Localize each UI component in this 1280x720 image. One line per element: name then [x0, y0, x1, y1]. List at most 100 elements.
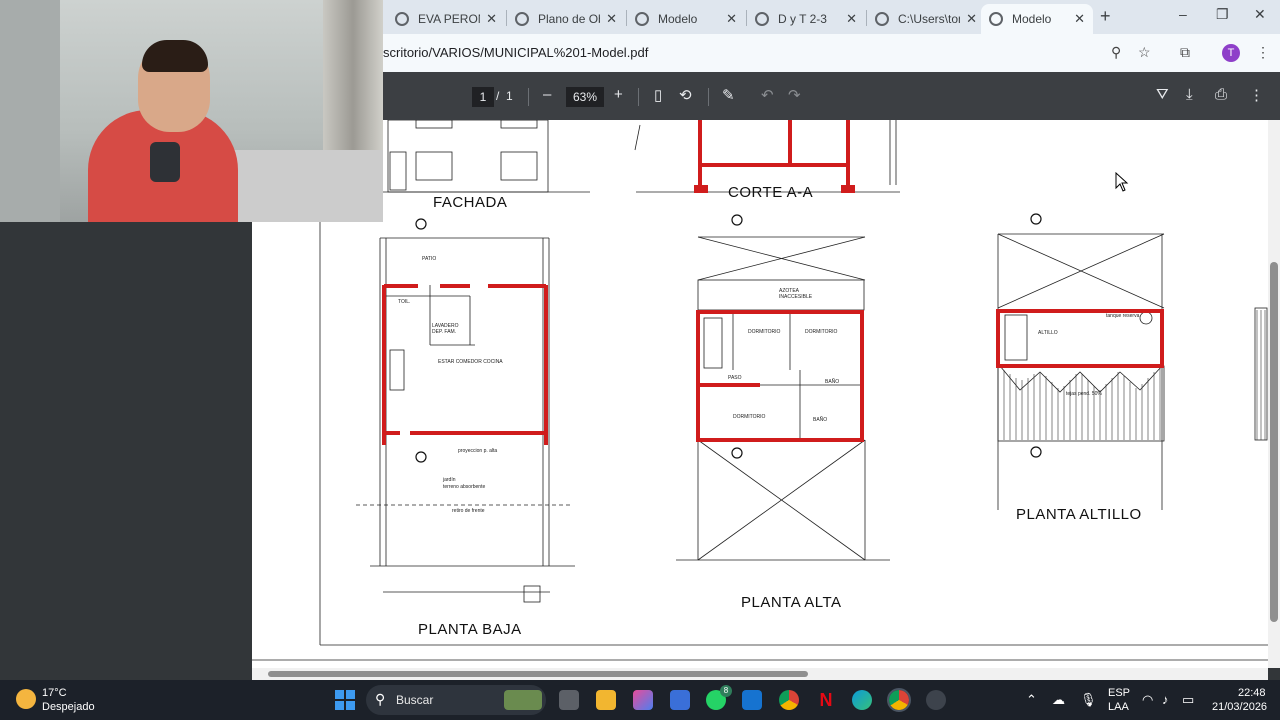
clock-time[interactable]: 22:48 — [1238, 687, 1266, 699]
label-terreno: terreno absorbente — [443, 484, 485, 490]
search-label: Buscar — [396, 693, 434, 707]
label-planta-alta: PLANTA ALTA — [741, 594, 842, 611]
zoom-in-button[interactable]: + — [614, 86, 623, 103]
rotate-icon[interactable]: ⟲ — [679, 86, 692, 104]
label-dep-fam: DEP. FAM. — [432, 329, 456, 335]
browser-tabstrip: EVA PERON 3 ✕ Plano de Obr ✕ Modelo ✕ D … — [383, 0, 1280, 34]
chrome-icon[interactable] — [779, 690, 799, 710]
scroll-thumb[interactable] — [268, 671, 808, 677]
webcam-person-hair — [142, 40, 208, 72]
file-explorer-icon[interactable] — [596, 690, 616, 710]
copilot-icon[interactable] — [633, 690, 653, 710]
page-separator: / — [496, 89, 500, 103]
close-tab-icon[interactable]: ✕ — [486, 11, 497, 27]
label-altillo: ALTILLO — [1038, 330, 1058, 336]
language-indicator[interactable]: ESP — [1108, 687, 1130, 699]
toolbar-divider — [708, 88, 709, 106]
tab-users-path[interactable]: C:\Users\tom ✕ — [867, 4, 985, 34]
weather-description[interactable]: Despejado — [42, 701, 95, 713]
label-patio: PATIO — [422, 256, 436, 262]
new-tab-button[interactable]: + — [1100, 6, 1111, 27]
weather-moon-icon[interactable] — [16, 689, 36, 709]
label-corte-a-a: CORTE A-A — [728, 184, 814, 201]
roof-ridge — [999, 365, 1163, 393]
weather-temperature[interactable]: 17°C — [42, 687, 67, 699]
label-planta-baja: PLANTA BAJA — [418, 621, 522, 638]
chrome-profile-icon[interactable] — [887, 688, 911, 712]
horizontal-scrollbar[interactable] — [252, 668, 1268, 680]
label-estar: ESTAR COMEDOR COCINA — [438, 359, 503, 365]
label-dormitorio-101: DORMITORIO — [733, 414, 766, 420]
onedrive-cloud-icon[interactable]: ☁ — [1052, 692, 1065, 708]
clock-date[interactable]: 21/03/2026 — [1212, 701, 1267, 713]
windows-start-icon[interactable] — [335, 690, 355, 710]
label-planta-altillo: PLANTA ALTILLO — [1016, 506, 1142, 523]
save-to-drive-icon[interactable]: ⛛ — [1156, 86, 1169, 103]
page-number-input[interactable]: 1 — [472, 87, 494, 107]
label-bano-104: BAÑO — [825, 378, 839, 385]
whatsapp-icon[interactable]: 8 — [706, 685, 732, 710]
download-icon[interactable]: ⤓ — [1186, 86, 1193, 103]
corte-terrain — [634, 124, 641, 151]
close-tab-icon[interactable]: ✕ — [1074, 11, 1085, 27]
redo-icon[interactable]: ↷ — [788, 86, 801, 104]
close-tab-icon[interactable]: ✕ — [966, 11, 977, 27]
undo-icon[interactable]: ↶ — [761, 86, 774, 104]
fachada-window — [415, 120, 453, 129]
bookmark-star-icon[interactable]: ☆ — [1138, 44, 1151, 61]
edge-icon[interactable] — [852, 690, 872, 710]
webcam-wall — [0, 0, 60, 222]
task-view-icon[interactable] — [559, 690, 579, 710]
zoom-icon[interactable]: ⚲ — [1111, 44, 1121, 61]
minimize-button[interactable]: – — [1179, 6, 1187, 22]
tab-modelo[interactable]: Modelo ✕ — [627, 4, 745, 34]
tab-eva-peron[interactable]: EVA PERON 3 ✕ — [387, 4, 505, 34]
label-tanque: tanque reserva — [1106, 313, 1140, 319]
tab-title: Modelo — [1012, 12, 1052, 26]
restore-button[interactable]: ❐ — [1216, 6, 1229, 23]
close-window-button[interactable]: ✕ — [1254, 6, 1266, 23]
taskbar-search[interactable]: ⚲ Buscar — [366, 685, 546, 715]
globe-icon — [515, 12, 529, 26]
recording-app-icon[interactable] — [926, 690, 946, 710]
tab-modelo-active[interactable]: Modelo ✕ — [981, 4, 1093, 34]
annotate-pen-icon[interactable]: ✎ — [722, 86, 735, 104]
fit-page-icon[interactable]: ▯ — [654, 86, 662, 104]
store-icon[interactable] — [670, 690, 690, 710]
outlook-icon[interactable] — [742, 690, 762, 710]
toolbar-divider — [528, 88, 529, 106]
tab-title: EVA PERON 3 — [418, 12, 480, 26]
search-highlight-image — [504, 690, 542, 710]
keyboard-layout[interactable]: LAA — [1108, 701, 1129, 713]
volume-icon[interactable]: ♪ — [1162, 692, 1169, 707]
tab-dyt[interactable]: D y T 2-3 ✕ — [747, 4, 865, 34]
label-retiro: retiro de frente — [452, 508, 485, 514]
menu-kebab-icon[interactable]: ⋮ — [1256, 44, 1270, 61]
print-icon[interactable]: ⎙ — [1215, 86, 1227, 103]
extensions-icon[interactable]: ⧉ — [1180, 44, 1190, 61]
globe-icon — [635, 12, 649, 26]
label-bano-105: BAÑO — [813, 416, 827, 423]
scroll-thumb[interactable] — [1270, 262, 1278, 622]
zoom-input[interactable]: 63% — [566, 87, 604, 107]
microphone-icon[interactable]: 🎙 — [1080, 692, 1097, 708]
more-options-icon[interactable]: ⋮ — [1249, 86, 1264, 104]
wifi-icon[interactable]: ◠ — [1142, 692, 1153, 708]
fachada-window — [500, 151, 538, 181]
pdf-page[interactable]: PATIO TOIL. LAVADERO DEP. FAM. ESTAR COM… — [252, 120, 1268, 668]
battery-icon[interactable]: ▭ — [1182, 692, 1194, 708]
label-tejas: tejas pend. 50% — [1066, 391, 1102, 397]
label-proyeccion: proyeccion p. alta — [458, 448, 497, 454]
tray-chevron-up-icon[interactable]: ⌃ — [1026, 692, 1037, 708]
taskbar: 17°C Despejado ⚲ Buscar 8 N ⌃ ☁ 🎙 ESP LA… — [0, 680, 1280, 720]
profile-avatar[interactable]: T — [1222, 44, 1240, 62]
zoom-out-button[interactable]: – — [543, 86, 551, 103]
tab-plano-de-obra[interactable]: Plano de Obr ✕ — [507, 4, 625, 34]
close-tab-icon[interactable]: ✕ — [846, 11, 857, 27]
close-tab-icon[interactable]: ✕ — [726, 11, 737, 27]
roof-outline — [997, 365, 1165, 442]
netflix-icon[interactable]: N — [816, 690, 836, 710]
vertical-scrollbar[interactable] — [1268, 120, 1280, 668]
url-field[interactable]: scritorio/VARIOS/MUNICIPAL%201-Model.pdf — [383, 45, 648, 60]
close-tab-icon[interactable]: ✕ — [606, 11, 617, 27]
